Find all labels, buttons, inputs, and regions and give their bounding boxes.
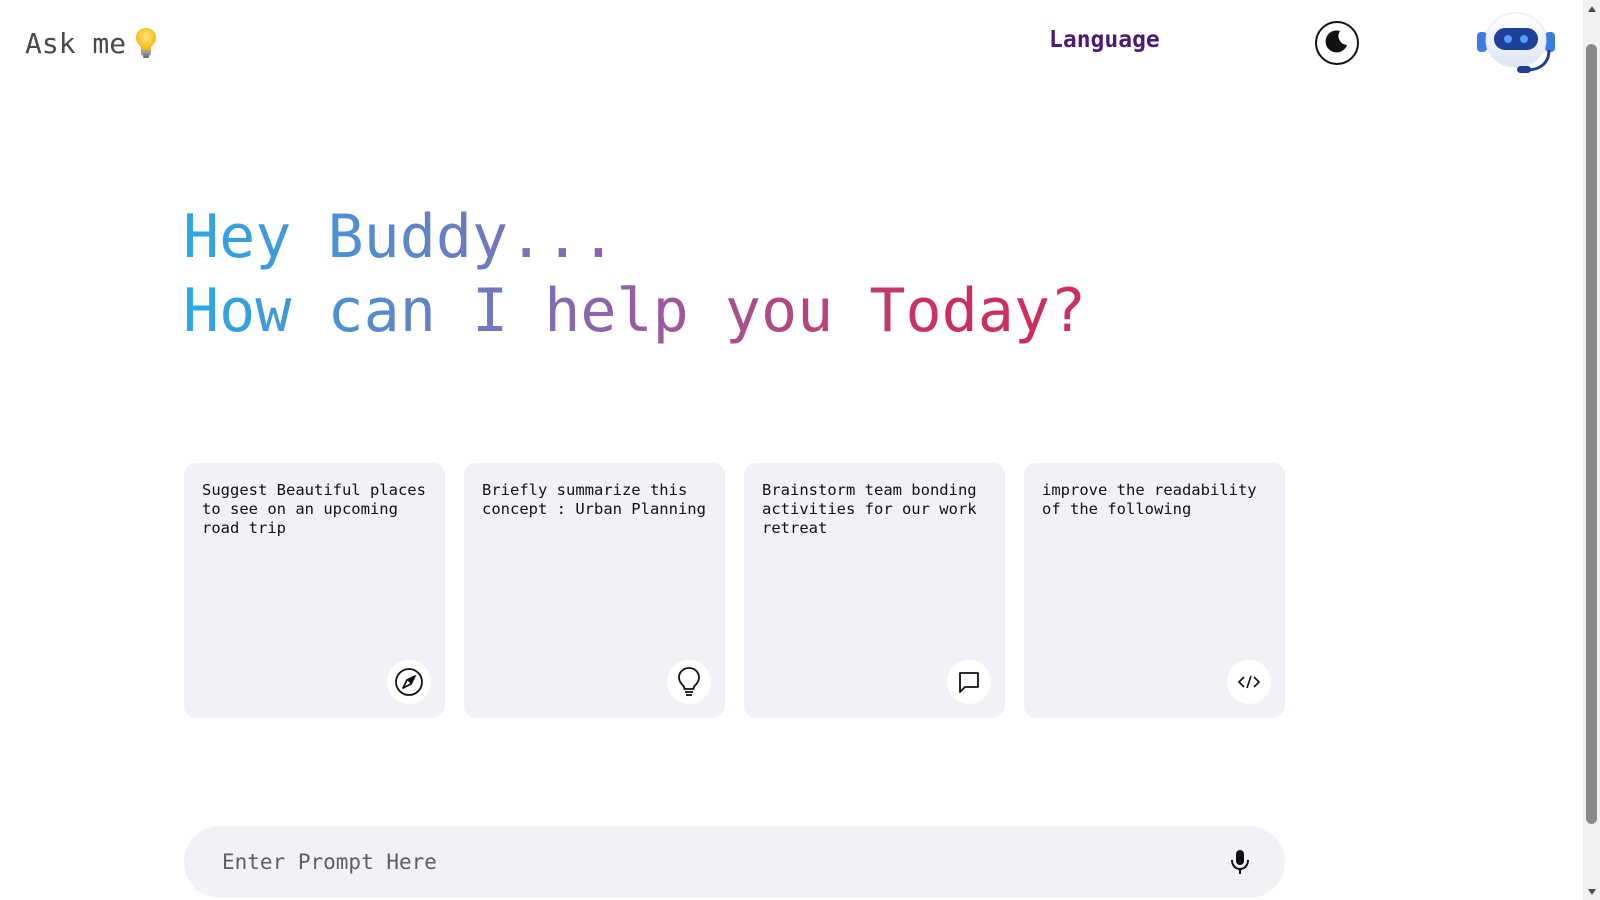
- suggestion-card-road-trip[interactable]: Suggest Beautiful places to see on an up…: [184, 463, 445, 718]
- code-icon: [1227, 660, 1271, 704]
- card-text: Suggest Beautiful places to see on an up…: [202, 481, 426, 537]
- suggestion-cards: Suggest Beautiful places to see on an up…: [184, 463, 1285, 718]
- app-page: Ask me Language Hey Buddy... How can I h…: [0, 0, 1583, 900]
- card-text: Brainstorm team bonding activities for o…: [762, 481, 977, 537]
- greeting-line-2: How can I help you Today?: [183, 276, 1087, 346]
- microphone-icon[interactable]: [1225, 845, 1255, 879]
- suggestion-card-summarize[interactable]: Briefly summarize this concept : Urban P…: [464, 463, 725, 718]
- language-link[interactable]: Language: [1049, 27, 1160, 53]
- greeting-heading: Hey Buddy... How can I help you Today?: [183, 200, 1083, 348]
- moon-icon: [1324, 28, 1350, 58]
- greeting-line-1: Hey Buddy...: [183, 202, 617, 272]
- prompt-bar: [184, 826, 1285, 898]
- card-text: improve the readability of the following: [1042, 481, 1257, 518]
- vertical-scrollbar[interactable]: [1583, 0, 1600, 900]
- theme-toggle-button[interactable]: [1315, 21, 1359, 65]
- suggestion-card-readability[interactable]: improve the readability of the following: [1024, 463, 1285, 718]
- scrollbar-thumb[interactable]: [1586, 44, 1597, 824]
- scroll-up-arrow-icon[interactable]: [1583, 0, 1600, 17]
- robot-avatar-icon[interactable]: [1477, 10, 1557, 78]
- scroll-down-arrow-icon[interactable]: [1583, 883, 1600, 900]
- prompt-input[interactable]: [220, 849, 1225, 875]
- suggestion-card-brainstorm[interactable]: Brainstorm team bonding activities for o…: [744, 463, 1005, 718]
- message-icon: [947, 660, 991, 704]
- lightbulb-icon: [667, 660, 711, 704]
- lightbulb-icon: [134, 26, 158, 60]
- card-text: Briefly summarize this concept : Urban P…: [482, 481, 706, 518]
- brand-logo[interactable]: Ask me: [25, 26, 158, 60]
- brand-label: Ask me: [25, 26, 127, 60]
- compass-icon: [387, 660, 431, 704]
